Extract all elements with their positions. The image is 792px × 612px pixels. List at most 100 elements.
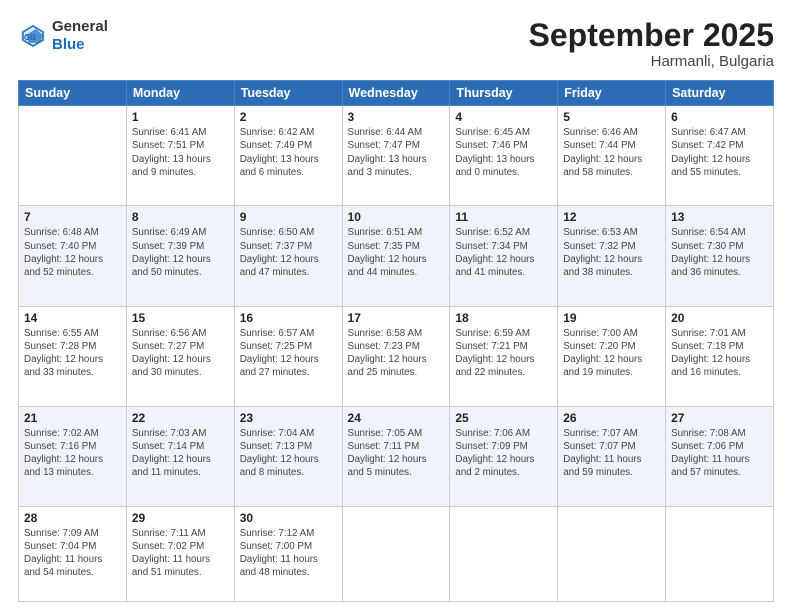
sunrise-text: Sunrise: 6:53 AM [563, 226, 660, 239]
sunrise-text: Sunrise: 6:50 AM [240, 226, 337, 239]
logo-blue-text: Blue [52, 36, 85, 53]
title-block: September 2025 Harmanli, Bulgaria [529, 18, 774, 70]
sunrise-text: Sunrise: 7:08 AM [671, 427, 768, 440]
daylight-hours: Daylight: 12 hours [671, 253, 768, 266]
table-row [19, 106, 127, 206]
sunrise-text: Sunrise: 6:42 AM [240, 126, 337, 139]
sunset-text: Sunset: 7:44 PM [563, 139, 660, 152]
sunset-text: Sunset: 7:25 PM [240, 340, 337, 353]
daylight-hours: Daylight: 12 hours [563, 153, 660, 166]
daylight-minutes: and 48 minutes. [240, 566, 337, 579]
table-row: 12Sunrise: 6:53 AMSunset: 7:32 PMDayligh… [558, 206, 666, 306]
daylight-minutes: and 0 minutes. [455, 166, 552, 179]
daylight-hours: Daylight: 12 hours [455, 453, 552, 466]
day-number: 23 [240, 411, 337, 425]
table-row: 22Sunrise: 7:03 AMSunset: 7:14 PMDayligh… [126, 406, 234, 506]
day-number: 17 [348, 311, 445, 325]
sunset-text: Sunset: 7:14 PM [132, 440, 229, 453]
table-row: 20Sunrise: 7:01 AMSunset: 7:18 PMDayligh… [666, 306, 774, 406]
day-number: 20 [671, 311, 768, 325]
sunset-text: Sunset: 7:34 PM [455, 240, 552, 253]
daylight-minutes: and 55 minutes. [671, 166, 768, 179]
daylight-hours: Daylight: 11 hours [671, 453, 768, 466]
day-number: 30 [240, 511, 337, 525]
sunrise-text: Sunrise: 6:58 AM [348, 327, 445, 340]
svg-text:GB: GB [24, 33, 36, 42]
daylight-hours: Daylight: 12 hours [24, 453, 121, 466]
daylight-minutes: and 52 minutes. [24, 266, 121, 279]
daylight-minutes: and 47 minutes. [240, 266, 337, 279]
sunset-text: Sunset: 7:47 PM [348, 139, 445, 152]
daylight-minutes: and 5 minutes. [348, 466, 445, 479]
sunset-text: Sunset: 7:13 PM [240, 440, 337, 453]
table-row [666, 506, 774, 601]
table-row: 9Sunrise: 6:50 AMSunset: 7:37 PMDaylight… [234, 206, 342, 306]
sunrise-text: Sunrise: 6:46 AM [563, 126, 660, 139]
sunrise-text: Sunrise: 6:45 AM [455, 126, 552, 139]
daylight-hours: Daylight: 11 hours [240, 553, 337, 566]
calendar-week-row: 7Sunrise: 6:48 AMSunset: 7:40 PMDaylight… [19, 206, 774, 306]
logo-general-text: General [52, 18, 108, 35]
sunrise-text: Sunrise: 7:01 AM [671, 327, 768, 340]
daylight-minutes: and 3 minutes. [348, 166, 445, 179]
day-number: 27 [671, 411, 768, 425]
daylight-hours: Daylight: 12 hours [132, 453, 229, 466]
day-number: 25 [455, 411, 552, 425]
day-number: 10 [348, 210, 445, 224]
daylight-hours: Daylight: 13 hours [240, 153, 337, 166]
sunset-text: Sunset: 7:40 PM [24, 240, 121, 253]
calendar-week-row: 21Sunrise: 7:02 AMSunset: 7:16 PMDayligh… [19, 406, 774, 506]
daylight-hours: Daylight: 12 hours [132, 353, 229, 366]
daylight-minutes: and 36 minutes. [671, 266, 768, 279]
day-number: 5 [563, 110, 660, 124]
table-row: 15Sunrise: 6:56 AMSunset: 7:27 PMDayligh… [126, 306, 234, 406]
day-number: 1 [132, 110, 229, 124]
day-number: 21 [24, 411, 121, 425]
daylight-hours: Daylight: 12 hours [348, 453, 445, 466]
daylight-hours: Daylight: 12 hours [240, 253, 337, 266]
daylight-hours: Daylight: 12 hours [563, 353, 660, 366]
daylight-hours: Daylight: 12 hours [24, 353, 121, 366]
daylight-hours: Daylight: 11 hours [563, 453, 660, 466]
table-row: 16Sunrise: 6:57 AMSunset: 7:25 PMDayligh… [234, 306, 342, 406]
table-row: 24Sunrise: 7:05 AMSunset: 7:11 PMDayligh… [342, 406, 450, 506]
table-row [558, 506, 666, 601]
sunrise-text: Sunrise: 6:48 AM [24, 226, 121, 239]
table-row: 17Sunrise: 6:58 AMSunset: 7:23 PMDayligh… [342, 306, 450, 406]
sunrise-text: Sunrise: 6:54 AM [671, 226, 768, 239]
col-thursday: Thursday [450, 81, 558, 106]
sunrise-text: Sunrise: 7:07 AM [563, 427, 660, 440]
table-row: 18Sunrise: 6:59 AMSunset: 7:21 PMDayligh… [450, 306, 558, 406]
sunrise-text: Sunrise: 7:11 AM [132, 527, 229, 540]
calendar-week-row: 14Sunrise: 6:55 AMSunset: 7:28 PMDayligh… [19, 306, 774, 406]
table-row: 7Sunrise: 6:48 AMSunset: 7:40 PMDaylight… [19, 206, 127, 306]
table-row: 13Sunrise: 6:54 AMSunset: 7:30 PMDayligh… [666, 206, 774, 306]
daylight-minutes: and 54 minutes. [24, 566, 121, 579]
sunset-text: Sunset: 7:49 PM [240, 139, 337, 152]
daylight-hours: Daylight: 12 hours [348, 353, 445, 366]
day-number: 26 [563, 411, 660, 425]
sunrise-text: Sunrise: 7:00 AM [563, 327, 660, 340]
day-number: 3 [348, 110, 445, 124]
daylight-minutes: and 13 minutes. [24, 466, 121, 479]
daylight-minutes: and 57 minutes. [671, 466, 768, 479]
table-row: 10Sunrise: 6:51 AMSunset: 7:35 PMDayligh… [342, 206, 450, 306]
sunset-text: Sunset: 7:51 PM [132, 139, 229, 152]
col-sunday: Sunday [19, 81, 127, 106]
table-row: 21Sunrise: 7:02 AMSunset: 7:16 PMDayligh… [19, 406, 127, 506]
day-number: 28 [24, 511, 121, 525]
table-row: 8Sunrise: 6:49 AMSunset: 7:39 PMDaylight… [126, 206, 234, 306]
daylight-minutes: and 16 minutes. [671, 366, 768, 379]
daylight-hours: Daylight: 12 hours [348, 253, 445, 266]
sunset-text: Sunset: 7:42 PM [671, 139, 768, 152]
day-number: 16 [240, 311, 337, 325]
table-row: 4Sunrise: 6:45 AMSunset: 7:46 PMDaylight… [450, 106, 558, 206]
sunset-text: Sunset: 7:32 PM [563, 240, 660, 253]
day-number: 2 [240, 110, 337, 124]
calendar-week-row: 1Sunrise: 6:41 AMSunset: 7:51 PMDaylight… [19, 106, 774, 206]
day-number: 4 [455, 110, 552, 124]
sunrise-text: Sunrise: 7:03 AM [132, 427, 229, 440]
sunset-text: Sunset: 7:11 PM [348, 440, 445, 453]
sunrise-text: Sunrise: 6:44 AM [348, 126, 445, 139]
day-number: 29 [132, 511, 229, 525]
